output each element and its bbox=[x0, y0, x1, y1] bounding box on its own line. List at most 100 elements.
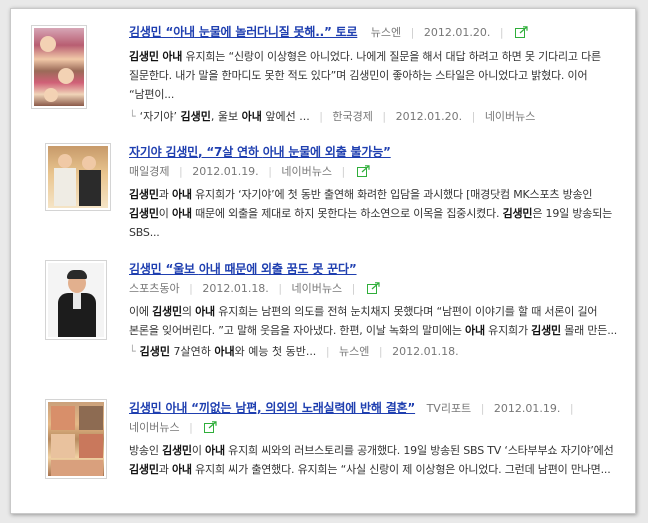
text-segment: 과 bbox=[158, 463, 172, 476]
divider: | bbox=[499, 26, 504, 39]
news-title-link[interactable]: 김생민 “아내 눈물에 놀러다니질 못해..” 토로 bbox=[129, 25, 357, 39]
keyword-highlight: 아내 bbox=[241, 110, 262, 123]
related-source[interactable]: 한국경제 bbox=[332, 110, 372, 123]
text-segment: “끼없는 남편, 의외의 노래실력에 반해 결혼” bbox=[187, 401, 416, 415]
text-segment: “ bbox=[161, 25, 174, 39]
news-results-panel: 김생민 “아내 눈물에 놀러다니질 못해..” 토로 뉴스엔 | 2012.01… bbox=[10, 8, 636, 514]
keyword-highlight: 김생민 bbox=[531, 324, 561, 337]
keyword-highlight: 김생민 bbox=[165, 145, 199, 159]
keyword-highlight: 김생민 bbox=[139, 345, 170, 358]
text-segment: 때문에 외출 꿈도 못 꾼다” bbox=[220, 262, 357, 276]
text-segment: 이 bbox=[158, 207, 172, 220]
news-date: 2012.01.20. bbox=[423, 26, 491, 39]
share-external-icon[interactable] bbox=[356, 165, 370, 177]
text-segment: 때문에 외출을 제대로 하지 못한다는 하소연으로 이목을 집중시켰다. bbox=[191, 207, 503, 220]
divider: | bbox=[278, 282, 283, 295]
news-title-row: 자기야 김생민, “7살 연하 아내 눈물에 외출 불가능” bbox=[129, 143, 627, 161]
news-source[interactable]: 매일경제 bbox=[129, 165, 169, 178]
text-segment: 7살연하 bbox=[170, 345, 215, 358]
keyword-highlight: 아내 bbox=[171, 188, 192, 201]
keyword-highlight: 김생민 bbox=[162, 444, 192, 457]
text-segment: 의 bbox=[181, 305, 196, 318]
text-segment: 유지희가 ‘자기야’에 첫 동반 출연해 화려한 입담을 과시했다 [매경닷컴 … bbox=[191, 188, 593, 201]
keyword-highlight: 아내 bbox=[195, 305, 215, 318]
text-segment: 방송인 bbox=[129, 444, 163, 457]
news-title-row: 김생민 아내 “끼없는 남편, 의외의 노래실력에 반해 결혼” TV리포트 |… bbox=[129, 399, 627, 417]
news-thumbnail[interactable] bbox=[45, 143, 111, 211]
news-thumbnail[interactable] bbox=[45, 260, 107, 340]
news-date: 2012.01.19. bbox=[493, 402, 561, 415]
text-segment: 이 bbox=[191, 444, 206, 457]
news-title-row: 김생민 “아내 눈물에 놀러다니질 못해..” 토로 뉴스엔 | 2012.01… bbox=[129, 23, 627, 41]
news-portal-link[interactable]: 네이버뉴스 bbox=[281, 165, 332, 178]
text-segment: “울보 bbox=[161, 262, 199, 276]
divider: | bbox=[325, 345, 330, 358]
keyword-highlight: 아내 bbox=[205, 444, 225, 457]
text-segment: 과 bbox=[158, 188, 172, 201]
divider: | bbox=[378, 345, 383, 358]
keyword-highlight: 김생민 bbox=[180, 110, 211, 123]
text-segment: 눈물에 외출 불가능” bbox=[284, 145, 391, 159]
news-title-link[interactable]: 자기야 김생민, “7살 연하 아내 눈물에 외출 불가능” bbox=[129, 145, 391, 159]
news-summary: 김생민 아내 유지희는 “신랑이 이상형은 아니었다. 나에게 질문을 해서 대… bbox=[129, 47, 625, 104]
keyword-highlight: 김생민 bbox=[129, 463, 159, 476]
keyword-highlight: 아내 bbox=[465, 324, 485, 337]
keyword-highlight: 아내 bbox=[171, 207, 192, 220]
news-meta-row: 스포츠동아 | 2012.01.18. | 네이버뉴스 | bbox=[129, 280, 627, 298]
keyword-highlight: 김생민 bbox=[152, 305, 182, 318]
divider: | bbox=[268, 165, 272, 178]
news-thumbnail[interactable] bbox=[45, 399, 107, 479]
related-source[interactable]: 뉴스엔 bbox=[339, 345, 369, 358]
keyword-highlight: 아내 bbox=[173, 25, 195, 39]
keyword-highlight: 아내 bbox=[171, 463, 192, 476]
text-segment: 눈물에 놀러다니질 못해..” 토로 bbox=[194, 25, 358, 39]
keyword-highlight: 김생민 bbox=[129, 25, 162, 39]
divider: | bbox=[319, 110, 323, 123]
divider: | bbox=[382, 110, 387, 123]
news-source[interactable]: 스포츠동아 bbox=[129, 282, 180, 295]
text-segment: 유지희가 bbox=[484, 324, 532, 337]
related-date: 2012.01.20. bbox=[395, 110, 463, 123]
divider: | bbox=[569, 402, 574, 415]
news-portal-link[interactable]: 네이버뉴스 bbox=[129, 421, 180, 434]
divider: | bbox=[178, 165, 183, 178]
text-segment: 유지희 씨가 출연했다. 유지희는 “사실 신랑이 제 이상형은 아니었다. 그… bbox=[191, 463, 611, 476]
text-segment: 몰래 만든... bbox=[560, 324, 618, 337]
news-title-link[interactable]: 김생민 아내 “끼없는 남편, 의외의 노래실력에 반해 결혼” bbox=[129, 401, 415, 415]
share-external-icon[interactable] bbox=[204, 421, 217, 433]
corner-arrow-icon: └ bbox=[129, 110, 136, 123]
news-date: 2012.01.19. bbox=[192, 165, 259, 178]
news-meta-row: 네이버뉴스 | bbox=[129, 419, 627, 437]
related-portal-link[interactable]: 네이버뉴스 bbox=[485, 110, 536, 123]
keyword-highlight: 김생민 bbox=[129, 188, 159, 201]
news-source[interactable]: TV리포트 bbox=[427, 402, 472, 415]
divider: | bbox=[189, 421, 193, 434]
text-segment: 앞에선 ... bbox=[261, 110, 310, 123]
news-summary: 김생민과 아내 유지희가 ‘자기야’에 첫 동반 출연해 화려한 입담을 과시했… bbox=[129, 185, 625, 242]
news-title-row: 김생민 “울보 아내 때문에 외출 꿈도 못 꾼다” bbox=[129, 260, 627, 278]
keyword-highlight: 김생민 bbox=[502, 207, 533, 220]
related-news-link[interactable]: 김생민 7살연하 아내와 예능 첫 동반... bbox=[140, 345, 317, 358]
related-news-link[interactable]: ‘자기야’ 김생민, 울보 아내 앞에선 ... bbox=[140, 110, 310, 123]
related-date: 2012.01.18. bbox=[392, 345, 459, 358]
keyword-highlight: 아내 bbox=[262, 145, 285, 159]
news-portal-link[interactable]: 네이버뉴스 bbox=[292, 282, 343, 295]
share-external-icon[interactable] bbox=[366, 282, 380, 294]
text-segment: , “7살 연하 bbox=[198, 145, 263, 159]
news-thumbnail[interactable] bbox=[31, 25, 87, 109]
related-news-row: └ ‘자기야’ 김생민, 울보 아내 앞에선 ... | 한국경제 | 2012.… bbox=[129, 108, 627, 126]
keyword-highlight: 아내 bbox=[214, 345, 235, 358]
text-segment: 유지희는 “신랑이 이상형은 아니었다. 나에게 질문을 해서 대답 하려고 하… bbox=[129, 50, 601, 101]
news-title-link[interactable]: 김생민 “울보 아내 때문에 외출 꿈도 못 꾼다” bbox=[129, 262, 357, 276]
divider: | bbox=[471, 110, 476, 123]
text-segment: , 울보 bbox=[210, 110, 242, 123]
keyword-highlight: 김생민 아내 bbox=[129, 401, 188, 415]
text-segment: 자기야 bbox=[129, 145, 166, 159]
news-summary: 이에 김생민의 아내 유지희는 남편의 의도를 전혀 눈치채지 못했다며 “남편… bbox=[129, 302, 625, 340]
divider: | bbox=[410, 26, 415, 39]
share-external-icon[interactable] bbox=[515, 26, 528, 38]
corner-arrow-icon: └ bbox=[129, 345, 136, 358]
divider: | bbox=[351, 282, 356, 295]
news-source[interactable]: 뉴스엔 bbox=[371, 26, 401, 39]
text-segment: 와 예능 첫 동반... bbox=[234, 345, 317, 358]
